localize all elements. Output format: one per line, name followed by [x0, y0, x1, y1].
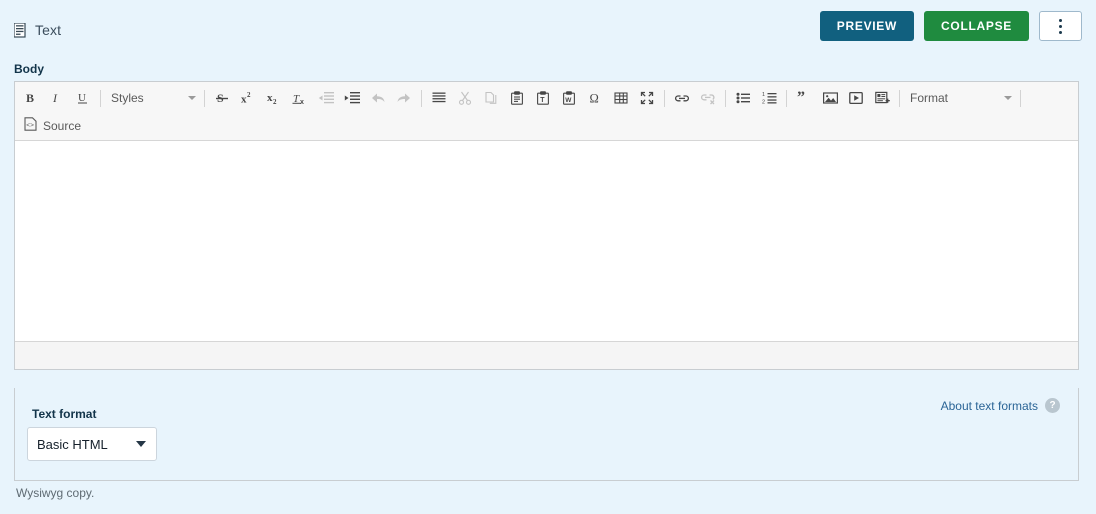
node-type-indicator: Text — [14, 22, 61, 38]
svg-text:2: 2 — [762, 100, 765, 106]
format-dropdown[interactable]: Format — [904, 86, 1016, 110]
editor-elements-path — [15, 341, 1078, 369]
body-rich-text-area[interactable] — [15, 141, 1078, 341]
blockquote-icon[interactable]: ” — [791, 86, 817, 110]
indent-icon[interactable] — [339, 86, 365, 110]
copy-icon — [478, 86, 504, 110]
about-text-formats: About text formats ? — [941, 398, 1060, 413]
svg-text:1: 1 — [762, 92, 765, 98]
redo-icon — [391, 86, 417, 110]
text-format-label: Text format — [32, 407, 97, 421]
svg-text:<>: <> — [26, 122, 34, 129]
paste-icon[interactable] — [504, 86, 530, 110]
body-field: Body B I U Styles x 2 x 2 T x T W Ω 1 2 … — [14, 62, 1081, 370]
chevron-down-icon — [188, 96, 196, 100]
text-format-select[interactable]: Basic HTML — [27, 427, 157, 461]
text-lines-icon — [14, 22, 26, 38]
vertical-dots-icon — [1059, 24, 1062, 28]
vertical-dots-icon — [1059, 18, 1062, 22]
collapse-button[interactable]: COLLAPSE — [924, 11, 1029, 41]
source-code-icon: <> — [24, 117, 37, 134]
superscript-icon[interactable]: x2 — [235, 86, 261, 110]
help-question-icon[interactable]: ? — [1045, 398, 1060, 413]
svg-text:T: T — [540, 97, 545, 104]
svg-text:x: x — [300, 99, 304, 105]
toolbar-row-1: B I U Styles S x2 — [18, 84, 1075, 112]
svg-text:Ω: Ω — [590, 92, 599, 106]
body-field-label: Body — [14, 62, 44, 76]
svg-text:I: I — [52, 91, 58, 105]
preview-button[interactable]: PREVIEW — [819, 11, 915, 41]
bold-icon[interactable]: B — [18, 86, 44, 110]
italic-icon[interactable]: I — [44, 86, 70, 110]
strikethrough-icon[interactable]: S — [209, 86, 235, 110]
outdent-icon — [313, 86, 339, 110]
body-field-description: Wysiwyg copy. — [16, 486, 95, 500]
numbered-list-icon[interactable]: 1 2 — [756, 86, 782, 110]
vertical-dots-icon — [1059, 30, 1062, 34]
source-button[interactable]: <> Source — [18, 114, 87, 138]
header-actions: PREVIEW COLLAPSE — [819, 11, 1082, 41]
entity-embed-icon[interactable] — [869, 86, 895, 110]
paste-from-word-icon[interactable]: W — [556, 86, 582, 110]
svg-text:B: B — [26, 91, 34, 105]
table-icon[interactable] — [608, 86, 634, 110]
special-character-icon[interactable]: Ω — [582, 86, 608, 110]
toolbar-separator — [725, 89, 726, 107]
svg-text:W: W — [565, 97, 572, 104]
node-type-label: Text — [35, 22, 62, 38]
source-button-label: Source — [43, 118, 82, 133]
toolbar-separator — [100, 89, 101, 107]
svg-text:2: 2 — [273, 98, 277, 105]
underline-icon[interactable]: U — [70, 86, 96, 110]
text-format-selected-value: Basic HTML — [37, 436, 108, 452]
svg-text:”: ” — [797, 91, 805, 105]
editor-toolbar: B I U Styles S x2 — [15, 82, 1078, 141]
text-format-panel: About text formats ? Text format — [14, 388, 1079, 481]
toolbar-separator — [204, 89, 205, 107]
bulleted-list-icon[interactable] — [730, 86, 756, 110]
styles-dropdown[interactable]: Styles — [105, 86, 200, 110]
link-icon[interactable] — [669, 86, 695, 110]
toolbar-separator — [421, 89, 422, 107]
ckeditor-container: B I U Styles S x2 — [14, 81, 1079, 370]
about-text-formats-link[interactable]: About text formats — [941, 399, 1038, 413]
styles-dropdown-label: Styles — [111, 91, 144, 105]
toolbar-separator — [786, 89, 787, 107]
unlink-icon — [695, 86, 721, 110]
toolbar-separator — [664, 89, 665, 107]
toolbar-row-2: <> Source — [18, 112, 1075, 139]
media-icon[interactable] — [843, 86, 869, 110]
cut-icon — [452, 86, 478, 110]
chevron-down-icon — [136, 441, 146, 447]
image-icon[interactable] — [817, 86, 843, 110]
svg-text:U: U — [78, 92, 86, 104]
more-actions-button[interactable] — [1039, 11, 1082, 41]
toolbar-separator — [1020, 89, 1021, 107]
format-dropdown-label: Format — [910, 91, 949, 105]
node-header-bar: Text PREVIEW COLLAPSE — [0, 0, 1096, 52]
text-format-select-wrapper: Basic HTML — [27, 427, 157, 461]
justify-icon[interactable] — [426, 86, 452, 110]
undo-icon — [365, 86, 391, 110]
svg-text:2: 2 — [247, 91, 251, 99]
chevron-down-icon — [1004, 96, 1012, 100]
subscript-icon[interactable]: x2 — [261, 86, 287, 110]
remove-format-icon[interactable]: Tx — [287, 86, 313, 110]
maximize-icon[interactable] — [634, 86, 660, 110]
paste-as-text-icon[interactable]: T — [530, 86, 556, 110]
toolbar-separator — [899, 89, 900, 107]
